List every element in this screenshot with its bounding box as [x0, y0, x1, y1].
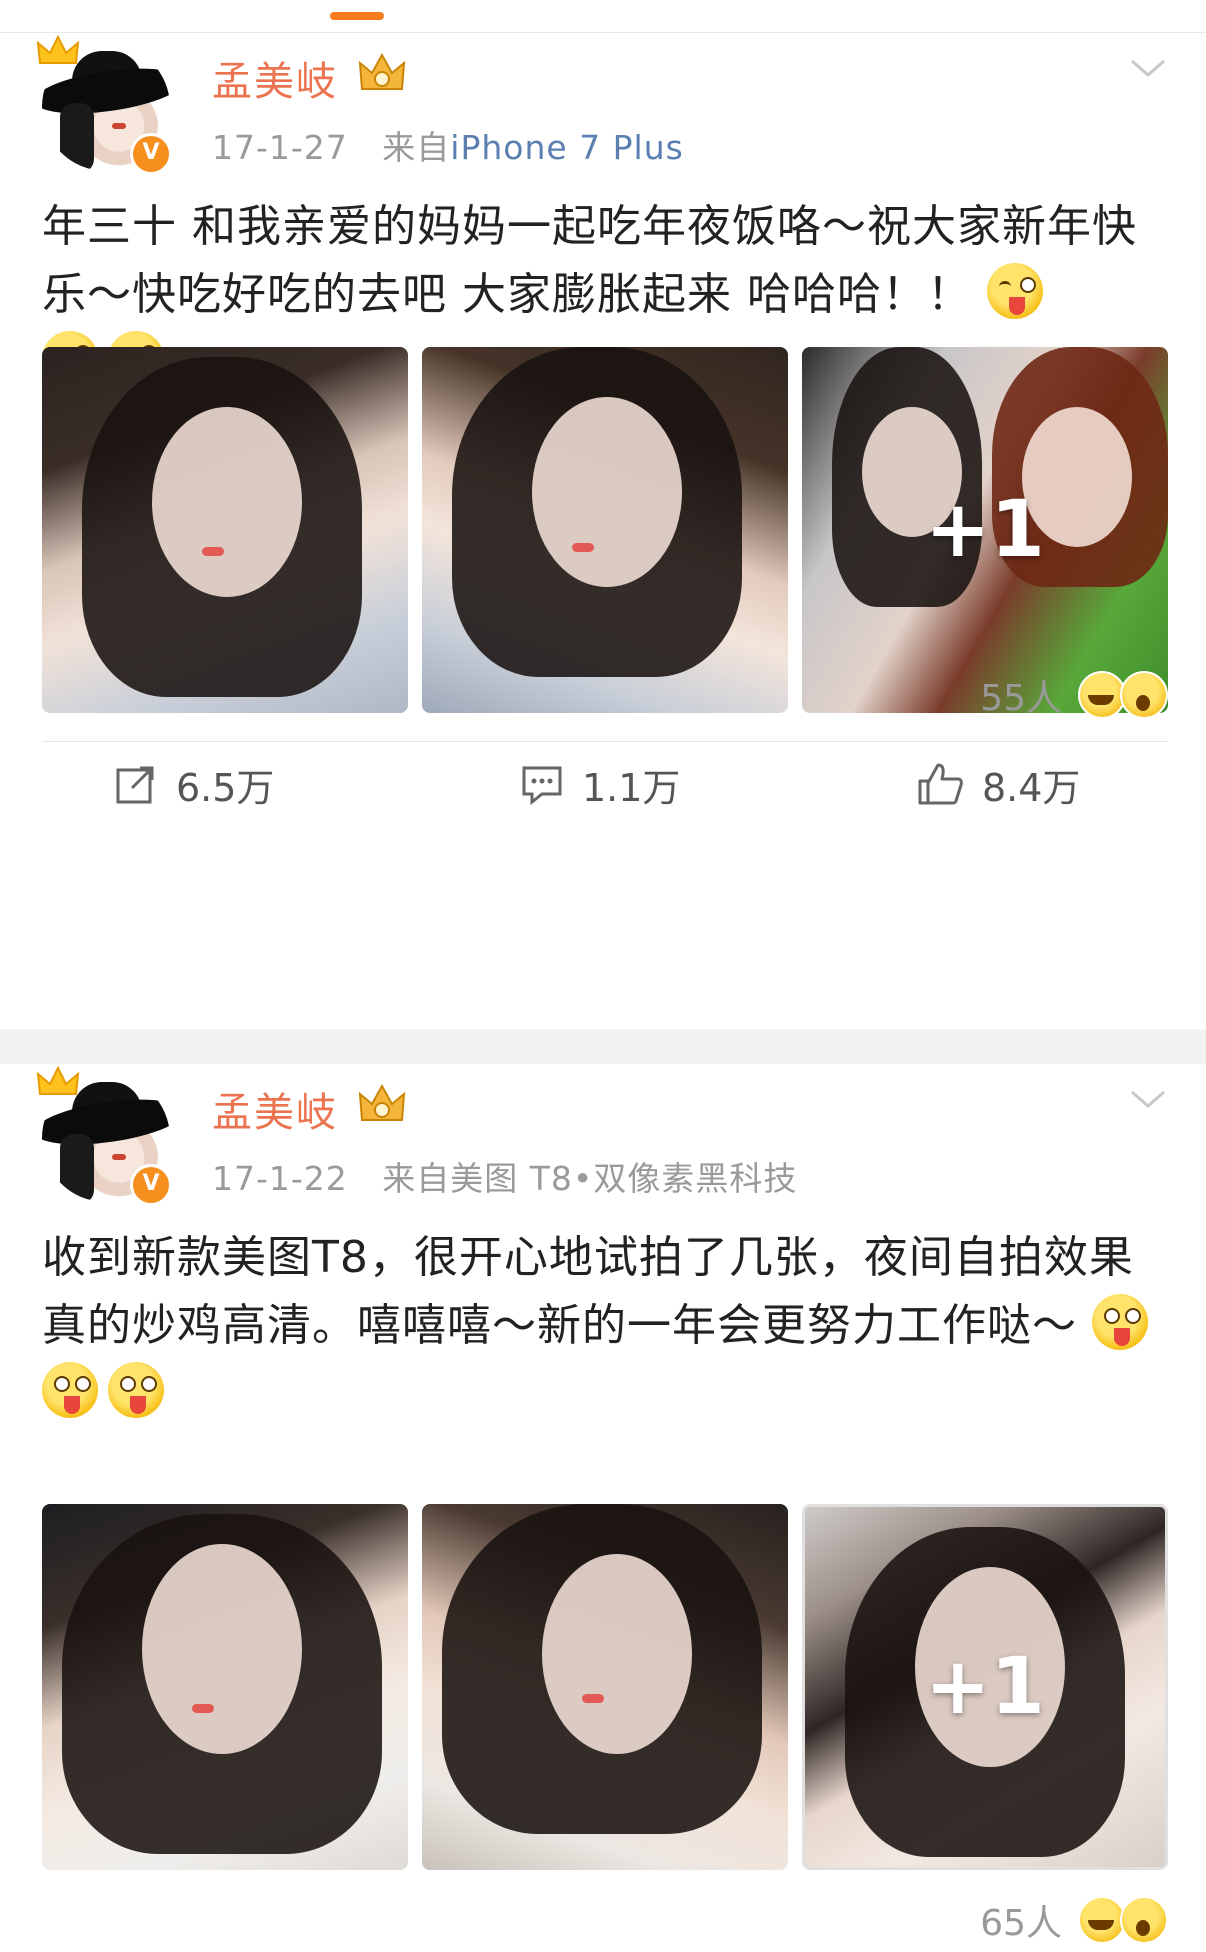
like-button[interactable]: 8.4万: [916, 741, 1080, 827]
vip-crown-icon[interactable]: [356, 51, 408, 95]
comment-button[interactable]: 1.1万: [520, 741, 680, 827]
reactions-count: 65人: [980, 1903, 1062, 1944]
surprised-emoji-icon: [1120, 1896, 1168, 1944]
photo-thumbnail-more[interactable]: +1: [802, 347, 1168, 713]
more-photos-count: +1: [925, 485, 1045, 575]
weibo-post[interactable]: V 孟美岐 17-1-27 来自iPhone 7 Plus 年三十 和我亲爱的妈…: [0, 33, 1206, 1029]
username[interactable]: 孟美岐: [212, 49, 338, 107]
repost-icon: [116, 766, 154, 804]
photo-thumbnail[interactable]: [422, 1504, 788, 1870]
photo-thumbnail[interactable]: [422, 347, 788, 713]
verified-badge-icon: V: [130, 133, 172, 175]
post-text-body: 年三十 和我亲爱的妈妈一起吃年夜饭咯～祝大家新年快乐～快吃好吃的去吧 大家膨胀起…: [42, 201, 1137, 320]
post-text: 收到新款美图T8，很开心地试拍了几张，夜间自拍效果真的炒鸡高清。嘻嘻嘻～新的一年…: [42, 1224, 1172, 1428]
laugh-emoji-icon: [1078, 671, 1126, 719]
verified-badge-icon: V: [130, 1164, 172, 1206]
photo-thumbnail-more[interactable]: +1: [802, 1504, 1168, 1870]
repost-button[interactable]: 6.5万: [114, 741, 274, 827]
action-bar: 6.5万 1.1万 8.4万: [0, 741, 1206, 827]
photo-grid: +1: [42, 347, 1168, 713]
comment-icon: [522, 766, 562, 806]
more-photos-count: +1: [925, 1642, 1045, 1732]
repost-count: 6.5万: [176, 765, 275, 810]
tongue-wink-emoji-icon: [986, 263, 1043, 319]
comment-count: 1.1万: [582, 765, 681, 810]
tongue-out-emoji-icon: [1092, 1294, 1148, 1350]
like-count: 8.4万: [982, 765, 1081, 810]
post-separator: [0, 1029, 1206, 1064]
laugh-emoji-icon: [1078, 1896, 1126, 1944]
source-text[interactable]: 美图 T8•双像素黑科技: [450, 1159, 797, 1198]
reactions-count: 55人: [980, 678, 1062, 719]
thumbs-up-icon: [918, 763, 963, 805]
chevron-down-icon[interactable]: [1128, 53, 1168, 83]
post-date: 17-1-27: [212, 128, 348, 167]
tongue-out-emoji-icon: [42, 1362, 98, 1418]
photo-thumbnail[interactable]: [42, 1504, 408, 1870]
vip-crown-icon[interactable]: [356, 1082, 408, 1126]
tongue-out-emoji-icon: [108, 1362, 164, 1418]
post-meta: 17-1-22 来自美图 T8•双像素黑科技: [212, 1152, 797, 1200]
source-prefix: 来自: [382, 1159, 451, 1198]
surprised-emoji-icon: [1120, 671, 1168, 719]
reactions-summary[interactable]: 65人: [980, 1894, 1168, 1946]
source-link[interactable]: iPhone 7 Plus: [450, 128, 684, 167]
photo-grid: +1: [42, 1504, 1168, 1870]
photo-thumbnail[interactable]: [42, 347, 408, 713]
reactions-summary[interactable]: 55人: [980, 669, 1168, 721]
tab-indicator: [330, 12, 384, 20]
post-meta: 17-1-27 来自iPhone 7 Plus: [212, 121, 684, 169]
username[interactable]: 孟美岐: [212, 1080, 338, 1138]
weibo-post[interactable]: V 孟美岐 17-1-22 来自美图 T8•双像素黑科技 收到新款美图T8，很开…: [0, 1064, 1206, 1952]
post-text-body: 收到新款美图T8，很开心地试拍了几张，夜间自拍效果真的炒鸡高清。嘻嘻嘻～新的一年…: [42, 1232, 1134, 1351]
post-date: 17-1-22: [212, 1159, 348, 1198]
chevron-down-icon[interactable]: [1128, 1084, 1168, 1114]
source-prefix: 来自: [382, 128, 451, 167]
